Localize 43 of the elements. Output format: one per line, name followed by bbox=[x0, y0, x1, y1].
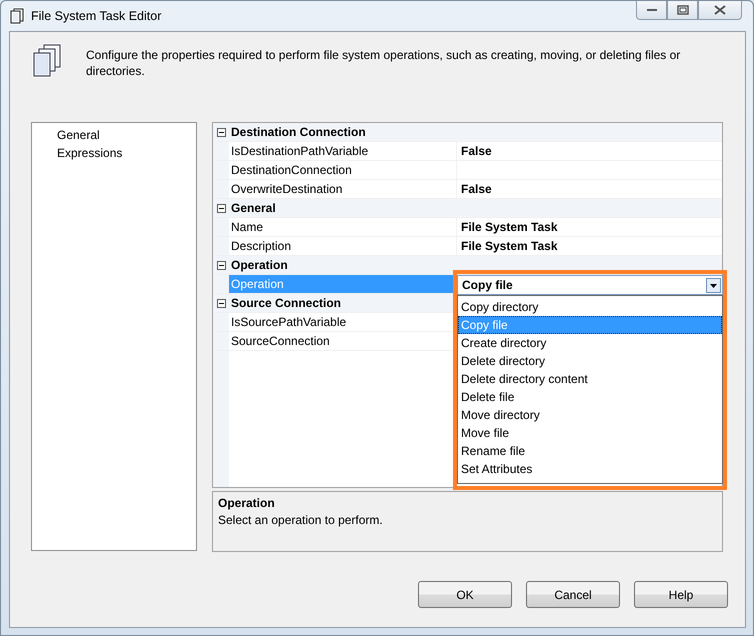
category-label: Destination Connection bbox=[230, 124, 366, 141]
description-title: Operation bbox=[218, 496, 276, 510]
collapse-icon[interactable] bbox=[216, 204, 226, 212]
dropdown-option[interactable]: Create directory bbox=[458, 334, 722, 352]
document-icon bbox=[9, 8, 25, 24]
close-button[interactable] bbox=[698, 1, 742, 20]
dropdown-option[interactable]: Copy directory bbox=[458, 298, 722, 316]
description-text: Select an operation to perform. bbox=[218, 513, 384, 527]
dropdown-option[interactable]: Delete file bbox=[458, 388, 722, 406]
header-description: Configure the properties required to perform file system operations, such as creating, moving, or deleting files or directories. bbox=[86, 47, 682, 79]
nav-item[interactable]: General bbox=[57, 126, 100, 144]
dropdown-option[interactable]: Move file bbox=[458, 424, 722, 442]
minimize-icon bbox=[646, 8, 656, 12]
dialog-button[interactable]: Help bbox=[634, 581, 728, 608]
collapse-icon[interactable] bbox=[216, 260, 226, 270]
nav-item[interactable]: Expressions bbox=[57, 144, 122, 162]
maximize-icon bbox=[676, 5, 688, 15]
property-name[interactable]: IsDestinationPathVariable bbox=[229, 142, 457, 160]
dropdown-option[interactable]: Delete directory content bbox=[458, 370, 722, 388]
close-icon bbox=[714, 5, 726, 15]
category-label: General bbox=[230, 200, 276, 217]
dialog-button[interactable]: OK bbox=[418, 581, 512, 608]
category-label: Operation bbox=[230, 257, 288, 274]
dropdown-option[interactable]: Delete directory bbox=[458, 352, 722, 370]
property-value: False bbox=[460, 143, 493, 160]
property-value: File System Task bbox=[460, 219, 558, 236]
dropdown-option[interactable]: Rename file bbox=[458, 442, 722, 460]
window-title: File System Task Editor bbox=[31, 9, 162, 23]
property-value: File System Task bbox=[460, 238, 558, 255]
dropdown-option[interactable]: Set Attributes bbox=[458, 460, 722, 478]
property-name[interactable]: Description bbox=[229, 237, 457, 255]
property-name[interactable]: Name bbox=[229, 218, 457, 236]
collapse-icon[interactable] bbox=[216, 128, 226, 136]
maximize-button[interactable] bbox=[667, 1, 698, 20]
property-value: False bbox=[460, 181, 493, 198]
minimize-button[interactable] bbox=[636, 1, 667, 20]
category-label: Source Connection bbox=[230, 295, 342, 312]
dialog-button[interactable]: Cancel bbox=[526, 581, 620, 608]
property-name[interactable]: DestinationConnection bbox=[229, 161, 457, 179]
property-name[interactable]: OverwriteDestination bbox=[229, 180, 457, 198]
dropdown-option[interactable]: Move directory bbox=[458, 406, 722, 424]
collapse-icon[interactable] bbox=[216, 298, 226, 308]
operation-combobox[interactable]: Copy file bbox=[457, 275, 723, 295]
